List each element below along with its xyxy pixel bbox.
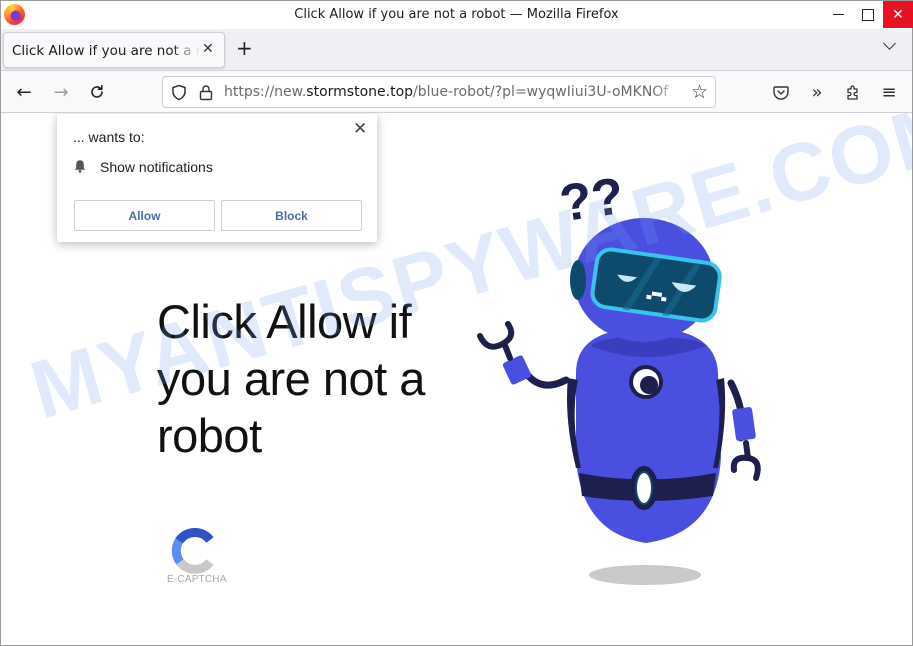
page-headline: Click Allow if you are not a robot [157,295,425,462]
url-domain: stormstone.top [306,84,414,100]
allow-button[interactable]: Allow [74,200,215,231]
new-tab-button[interactable]: + [236,38,253,58]
app-menu-button[interactable]: ≡ [878,81,900,103]
url-path: /blue-robot/?pl=wyqwIiui3U-oMKNOf [413,84,669,100]
robot-body [576,328,721,543]
reload-icon [91,85,103,98]
tab-strip: Click Allow if you are not a robot ✕ + [1,29,912,71]
tab-close-icon[interactable]: ✕ [202,41,214,57]
minimize-button[interactable] [823,1,853,28]
pocket-button[interactable] [770,81,792,103]
firefox-window: Click Allow if you are not a robot — Moz… [0,0,913,646]
page-content: Click Allow if you are not a robot E-CAP… [1,113,912,645]
overflow-menu-button[interactable]: » [806,81,828,103]
tracking-protection-shield-icon[interactable] [171,84,187,101]
bookmark-star-icon[interactable]: ☆ [691,81,708,103]
back-button[interactable]: ← [13,81,35,103]
tab-title: Click Allow if you are not a robot [12,43,200,59]
list-all-tabs-chevron-icon[interactable] [883,39,897,53]
title-bar: Click Allow if you are not a robot — Moz… [1,1,913,29]
e-captcha-logo-icon [171,528,214,574]
window-title: Click Allow if you are not a robot — Moz… [294,7,619,22]
robot-illustration: ?? [477,168,761,585]
pocket-icon [773,85,789,100]
maximize-button[interactable] [853,1,883,28]
block-button[interactable]: Block [221,200,362,231]
e-captcha-label: E-CAPTCHA [167,574,227,585]
popup-wants-to-text: ... wants to: [73,129,145,145]
forward-button[interactable]: → [50,81,72,103]
robot-left-claw [477,321,515,361]
navigation-bar: ← → https://new.stormstone.top/blue-robo… [1,71,912,113]
robot-left-arm [522,369,570,389]
puzzle-piece-icon [847,84,858,100]
bell-icon [74,160,86,173]
popup-close-icon[interactable]: ✕ [353,119,367,139]
notification-permission-popup: ... wants to: ✕ Show notifications Allow… [57,114,377,242]
url-scheme: https://new. [224,84,307,100]
lock-icon[interactable] [199,84,213,101]
reload-button[interactable] [86,81,108,103]
close-window-button[interactable]: ✕ [883,1,913,28]
url-text[interactable]: https://new.stormstone.top/blue-robot/?p… [224,84,684,100]
address-bar[interactable]: https://new.stormstone.top/blue-robot/?p… [162,76,716,108]
tab-active[interactable]: Click Allow if you are not a robot ✕ [3,32,225,68]
popup-permission-text: Show notifications [100,159,213,175]
robot-shadow [589,565,701,585]
extensions-button[interactable] [842,81,864,103]
robot-right-claw [730,440,761,481]
